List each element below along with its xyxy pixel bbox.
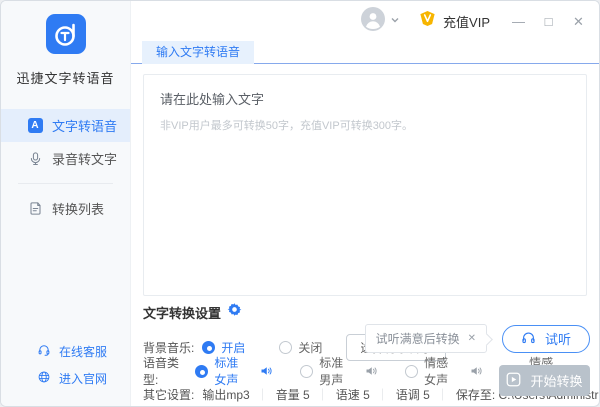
- list-document-icon: [27, 201, 43, 216]
- app-window: 迅捷文字转语音 A 文字转语音 录音转文字: [0, 0, 600, 407]
- bgm-off-radio[interactable]: 关闭: [279, 339, 322, 356]
- sidebar-item-speech-to-text[interactable]: 录音转文字: [1, 142, 130, 175]
- sidebar-item-label: 录音转文字: [52, 149, 117, 168]
- radio-checked-icon: [202, 341, 215, 354]
- listen-button[interactable]: 试听: [502, 325, 590, 353]
- sidebar-item-text-to-speech[interactable]: A 文字转语音: [1, 109, 130, 142]
- online-support-link[interactable]: 在线客服: [37, 338, 130, 365]
- speaker-icon[interactable]: [260, 365, 272, 377]
- listen-button-label: 试听: [545, 329, 571, 348]
- settings-header: 文字转换设置: [143, 303, 587, 321]
- tip-close-icon[interactable]: ✕: [468, 334, 476, 344]
- recharge-vip-label: 充值VIP: [443, 12, 490, 31]
- online-support-label: 在线客服: [59, 343, 107, 360]
- background-music-label: 背景音乐:: [143, 339, 194, 356]
- preview-tip-text: 试听满意后转换: [376, 330, 460, 347]
- close-button[interactable]: ✕: [572, 15, 585, 28]
- speaker-icon[interactable]: [470, 365, 482, 377]
- sidebar: 迅捷文字转语音 A 文字转语音 录音转文字: [1, 1, 131, 406]
- volume-value[interactable]: 音量 5: [276, 386, 310, 403]
- globe-icon: [37, 370, 51, 387]
- radio-checked-icon: [195, 365, 208, 378]
- other-settings-label: 其它设置:: [143, 386, 194, 403]
- recharge-vip-button[interactable]: 充值VIP: [418, 9, 490, 33]
- play-icon: [506, 372, 521, 390]
- vip-limit-note: 非VIP用户最多可转换50字，充值VIP可转换300字。: [160, 117, 570, 133]
- app-logo-icon: [46, 14, 86, 59]
- title-bar: 充值VIP — □ ✕: [131, 1, 599, 41]
- output-format-value[interactable]: 输出mp3: [202, 386, 249, 403]
- start-conversion-label: 开始转换: [530, 371, 582, 390]
- microphone-icon: [27, 151, 43, 166]
- official-website-label: 进入官网: [59, 370, 107, 387]
- app-logo-block: 迅捷文字转语音: [1, 14, 130, 87]
- input-placeholder: 请在此处输入文字: [160, 89, 570, 108]
- main-area: 充值VIP — □ ✕ 输入文字转语音 请在此处输入文字 非VIP用户最多可转换…: [131, 1, 599, 406]
- voice-standard-female-radio[interactable]: 标准女声: [195, 354, 272, 388]
- settings-title: 文字转换设置: [143, 303, 221, 322]
- minimize-button[interactable]: —: [512, 15, 525, 28]
- pitch-value[interactable]: 语调 5: [396, 386, 430, 403]
- headphones-icon: [521, 330, 536, 348]
- maximize-button[interactable]: □: [542, 15, 555, 28]
- preview-group: 试听满意后转换 ✕ 试听: [365, 324, 590, 353]
- start-conversion-button[interactable]: 开始转换: [499, 365, 590, 396]
- voice-emotional-female-radio[interactable]: 情感女声: [405, 354, 482, 388]
- sidebar-item-conversion-list[interactable]: 转换列表: [1, 192, 130, 225]
- speed-value[interactable]: 语速 5: [336, 386, 370, 403]
- sidebar-footer: 在线客服 进入官网: [1, 338, 130, 406]
- voice-standard-male-radio[interactable]: 标准男声: [300, 354, 377, 388]
- sidebar-item-label: 文字转语音: [52, 116, 117, 135]
- window-controls: — □ ✕: [512, 15, 585, 28]
- gear-icon[interactable]: [227, 302, 242, 322]
- radio-unchecked-icon: [405, 365, 418, 378]
- conversion-settings: 文字转换设置 试听满意后转换 ✕: [131, 296, 599, 406]
- headset-support-icon: [37, 343, 51, 360]
- text-input-area[interactable]: 请在此处输入文字 非VIP用户最多可转换50字，充值VIP可转换300字。: [143, 74, 587, 296]
- avatar: [361, 7, 385, 36]
- text-to-speech-icon: A: [27, 118, 43, 133]
- vip-badge-icon: [418, 9, 437, 33]
- sidebar-divider: [18, 183, 113, 184]
- radio-unchecked-icon: [300, 365, 313, 378]
- sidebar-nav: A 文字转语音 录音转文字: [1, 109, 130, 225]
- tab-input-text-to-speech[interactable]: 输入文字转语音: [142, 41, 254, 64]
- voice-type-label: 语音类型:: [143, 354, 187, 388]
- chevron-down-icon: [390, 12, 400, 30]
- speaker-icon[interactable]: [365, 365, 377, 377]
- app-name: 迅捷文字转语音: [16, 68, 114, 87]
- sidebar-item-label: 转换列表: [52, 199, 104, 218]
- official-website-link[interactable]: 进入官网: [37, 365, 130, 392]
- preview-tip-tag: 试听满意后转换 ✕: [365, 324, 487, 353]
- radio-unchecked-icon: [279, 341, 292, 354]
- tab-bar: 输入文字转语音: [131, 41, 599, 64]
- user-account-menu[interactable]: [361, 7, 400, 36]
- bgm-on-radio[interactable]: 开启: [202, 339, 245, 356]
